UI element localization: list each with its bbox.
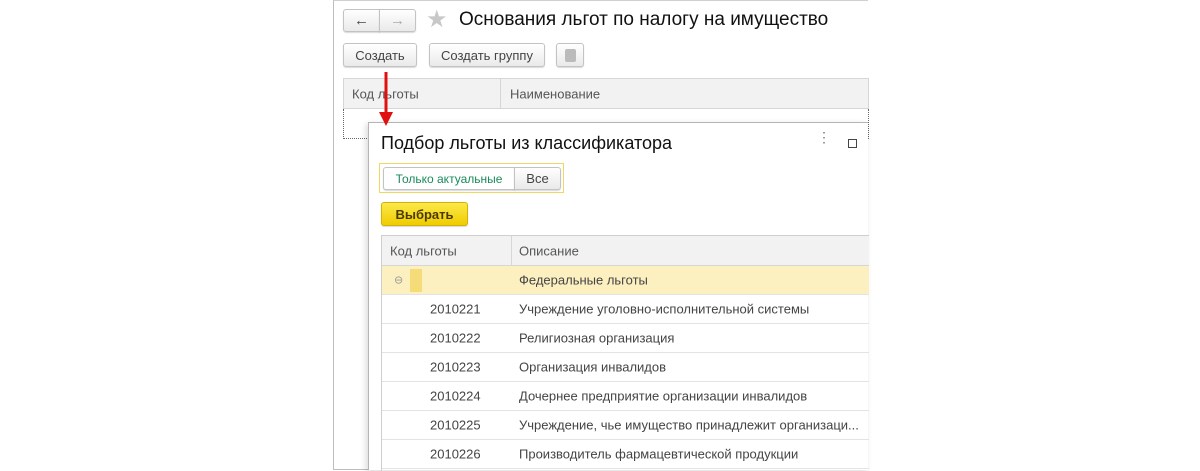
classifier-table: Код льготы Описание ⊖ Федеральные льготы… [381, 235, 869, 471]
benefit-code: 2010222 [430, 330, 481, 346]
forward-button[interactable]: → [379, 9, 416, 32]
table-row[interactable]: 2010222 Религиозная организация [382, 324, 869, 353]
classifier-table-header: Код льготы Описание [382, 236, 869, 266]
create-group-button[interactable]: Создать группу [429, 43, 545, 67]
benefit-picker-dialog: Подбор льготы из классификатора ⋮ Только… [368, 122, 869, 471]
table-row[interactable]: 2010224 Дочернее предприятие организации … [382, 382, 869, 411]
more-menu-icon[interactable]: ⋮ [817, 130, 831, 144]
benefit-code: 2010221 [430, 301, 481, 317]
benefit-description: Дочернее предприятие организации инвалид… [519, 388, 808, 404]
dialog-title: Подбор льготы из классификатора [381, 133, 673, 153]
table-row[interactable]: 2010225 Учреждение, чье имущество принадл… [382, 411, 869, 440]
benefit-code: 2010223 [430, 359, 481, 375]
column-code[interactable]: Код льготы [390, 243, 457, 258]
benefit-description: Производитель фармацевтической продукции [519, 446, 799, 462]
maximize-icon[interactable] [848, 139, 857, 148]
benefit-code: 2010226 [430, 446, 481, 462]
group-name: Федеральные льготы [519, 272, 648, 288]
back-button[interactable]: ← [343, 9, 380, 32]
benefit-description: Религиозная организация [519, 330, 675, 346]
favorite-star-icon[interactable]: ★ [426, 5, 448, 34]
group-row[interactable]: ⊖ Федеральные льготы [382, 266, 869, 295]
filter-actual-only[interactable]: Только актуальные [383, 167, 515, 190]
arrow-right-icon: → [390, 12, 405, 29]
table-row[interactable]: 2010221 Учреждение уголовно-исполнительно… [382, 295, 869, 324]
copy-icon [564, 48, 576, 62]
red-arrow-annotation [379, 72, 393, 126]
copy-button[interactable] [556, 43, 584, 67]
collapse-icon[interactable]: ⊖ [394, 274, 403, 287]
page-title: Основания льгот по налогу на имущество [459, 9, 829, 30]
arrow-left-icon: ← [354, 12, 369, 29]
benefit-description: Учреждение, чье имущество принадлежит ор… [519, 417, 859, 433]
benefit-code: 2010225 [430, 417, 481, 433]
filter-toggle-group: Только актуальные Все [379, 163, 564, 193]
column-description[interactable]: Описание [519, 243, 579, 258]
benefit-description: Организация инвалидов [519, 359, 667, 375]
group-marker [410, 269, 422, 292]
main-table-header: Код льготы Наименование [343, 78, 869, 109]
benefit-description: Учреждение уголовно-исполнительной систе… [519, 301, 810, 317]
select-button[interactable]: Выбрать [381, 202, 468, 226]
column-name[interactable]: Наименование [510, 86, 600, 101]
table-row[interactable]: 2010223 Организация инвалидов [382, 353, 869, 382]
filter-all[interactable]: Все [514, 167, 561, 190]
table-row[interactable]: 2010226 Производитель фармацевтической пр… [382, 440, 869, 469]
benefit-code: 2010224 [430, 388, 481, 404]
create-button[interactable]: Создать [343, 43, 417, 67]
